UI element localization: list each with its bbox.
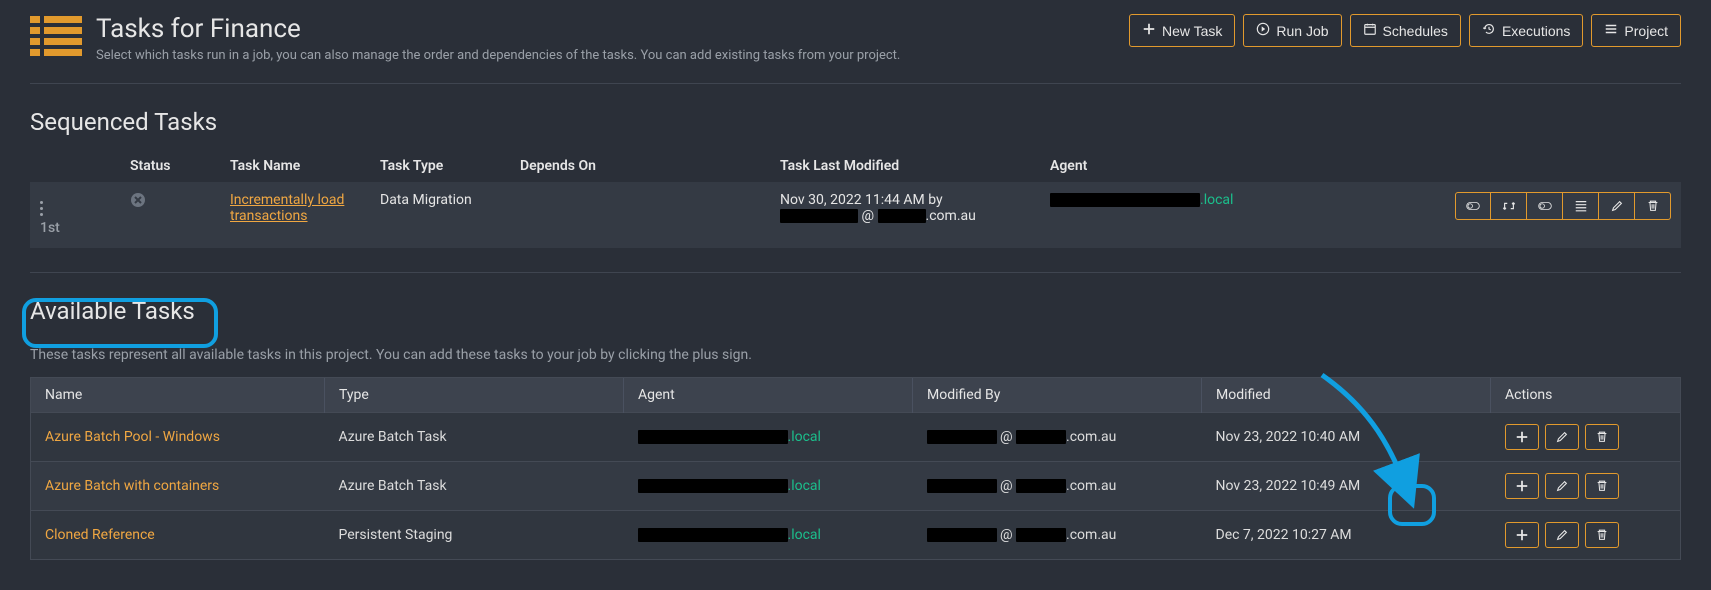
executions-button[interactable]: Executions: [1469, 14, 1583, 47]
col-name[interactable]: Name: [31, 378, 325, 413]
delete-available-task-button[interactable]: [1585, 473, 1619, 499]
dependencies-button[interactable]: [1491, 192, 1527, 220]
available-tasks-table: Name Type Agent Modified By Modified Act…: [31, 378, 1680, 559]
col-agent2[interactable]: Agent: [624, 378, 913, 413]
plus-icon: [1142, 22, 1156, 39]
available-task-link[interactable]: Cloned Reference: [45, 527, 155, 543]
project-button[interactable]: Project: [1591, 14, 1681, 47]
history-icon: [1482, 22, 1496, 39]
view-details-button[interactable]: [1563, 192, 1599, 220]
add-task-button[interactable]: [1505, 473, 1539, 499]
sequenced-tasks-heading: Sequenced Tasks: [30, 108, 1681, 136]
col-task-type: Task Type: [370, 150, 510, 182]
schedules-label: Schedules: [1383, 23, 1448, 39]
sequenced-row-actions: [1441, 192, 1671, 220]
agent-suffix: .local: [1200, 192, 1233, 208]
available-tasks-heading: Available Tasks: [30, 297, 195, 325]
available-task-row: Cloned Reference Persistent Staging .loc…: [31, 511, 1680, 560]
col-last-modified: Task Last Modified: [770, 150, 1040, 182]
col-depends-on: Depends On: [510, 150, 770, 182]
drag-handle-icon[interactable]: [40, 201, 43, 216]
last-modified-text: Nov 30, 2022 11:44 AM by: [780, 192, 943, 208]
page-title: Tasks for Finance: [96, 14, 900, 44]
edit-available-task-button[interactable]: [1545, 522, 1579, 548]
sequenced-task-row: 1st Incrementally load transactions Data…: [30, 182, 1681, 248]
modified-by-suffix: .com.au: [926, 208, 976, 224]
run-job-button[interactable]: Run Job: [1243, 14, 1341, 47]
available-task-agent: .local: [624, 413, 913, 462]
delete-available-task-button[interactable]: [1585, 522, 1619, 548]
menu-icon: [1604, 22, 1618, 39]
available-task-modified-by: @ .com.au: [913, 413, 1202, 462]
delete-available-task-button[interactable]: [1585, 424, 1619, 450]
edit-task-button[interactable]: [1599, 192, 1635, 220]
col-modified[interactable]: Modified: [1202, 378, 1491, 413]
available-task-link[interactable]: Azure Batch with containers: [45, 478, 219, 494]
available-task-type: Azure Batch Task: [325, 413, 624, 462]
task-last-modified: Nov 30, 2022 11:44 AM by @ .com.au: [770, 182, 1040, 248]
calendar-icon: [1363, 22, 1377, 39]
executions-label: Executions: [1502, 23, 1570, 39]
available-task-link[interactable]: Azure Batch Pool - Windows: [45, 429, 220, 445]
status-not-run-icon: [130, 192, 210, 208]
delete-task-button[interactable]: [1635, 192, 1671, 220]
available-task-agent: .local: [624, 462, 913, 511]
schedules-button[interactable]: Schedules: [1350, 14, 1461, 47]
project-label: Project: [1624, 23, 1668, 39]
available-task-modified: Dec 7, 2022 10:27 AM: [1202, 511, 1491, 560]
task-depends-on: [510, 182, 770, 248]
add-task-button[interactable]: [1505, 424, 1539, 450]
available-task-type: Persistent Staging: [325, 511, 624, 560]
run-job-label: Run Job: [1276, 23, 1328, 39]
add-task-button[interactable]: [1505, 522, 1539, 548]
col-task-name: Task Name: [220, 150, 370, 182]
sequenced-tasks-table: Status Task Name Task Type Depends On Ta…: [30, 150, 1681, 248]
edit-available-task-button[interactable]: [1545, 473, 1579, 499]
available-task-modified: Nov 23, 2022 10:49 AM: [1202, 462, 1491, 511]
available-task-agent: .local: [624, 511, 913, 560]
task-name-link[interactable]: Incrementally load transactions: [230, 192, 344, 224]
toggle-enable-button[interactable]: [1455, 192, 1491, 220]
col-actions: Actions: [1491, 378, 1681, 413]
new-task-label: New Task: [1162, 23, 1222, 39]
available-task-modified: Nov 23, 2022 10:40 AM: [1202, 413, 1491, 462]
task-order: 1st: [40, 220, 60, 236]
tasks-list-icon: [30, 14, 82, 58]
new-task-button[interactable]: New Task: [1129, 14, 1235, 47]
col-modified-by[interactable]: Modified By: [913, 378, 1202, 413]
col-status: Status: [120, 150, 220, 182]
available-task-modified-by: @ .com.au: [913, 462, 1202, 511]
available-task-row: Azure Batch with containers Azure Batch …: [31, 462, 1680, 511]
col-type[interactable]: Type: [325, 378, 624, 413]
available-task-modified-by: @ .com.au: [913, 511, 1202, 560]
available-tasks-desc: These tasks represent all available task…: [30, 347, 1681, 363]
play-icon: [1256, 22, 1270, 39]
task-agent: .local: [1040, 182, 1431, 248]
available-task-type: Azure Batch Task: [325, 462, 624, 511]
task-type: Data Migration: [370, 182, 510, 248]
col-agent: Agent: [1040, 150, 1431, 182]
edit-available-task-button[interactable]: [1545, 424, 1579, 450]
toolbar: New Task Run Job Schedules Executions Pr…: [1129, 14, 1681, 47]
toggle-parallel-button[interactable]: [1527, 192, 1563, 220]
page-title-block: Tasks for Finance Select which tasks run…: [30, 14, 900, 63]
page-subtitle: Select which tasks run in a job, you can…: [96, 48, 900, 63]
available-task-row: Azure Batch Pool - Windows Azure Batch T…: [31, 413, 1680, 462]
